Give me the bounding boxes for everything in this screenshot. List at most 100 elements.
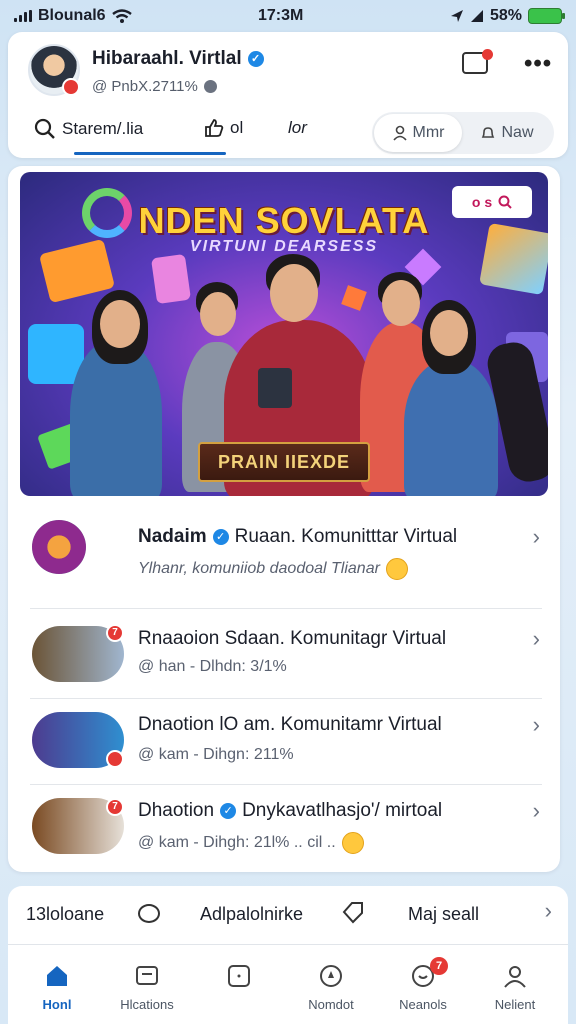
person-head xyxy=(430,310,468,356)
nav-explore[interactable]: Nomdot xyxy=(286,963,376,1012)
nav-messages-label: Neanols xyxy=(399,997,447,1012)
message-box-icon xyxy=(136,966,158,985)
wifi-icon xyxy=(111,9,132,23)
action-middle-label: Adlpalolnirke xyxy=(200,904,304,924)
tab-edit-label: lor xyxy=(288,118,307,137)
list-item-subtitle: Ylhanr, komuniiob daodoal Tlianar xyxy=(138,560,380,577)
square-icon xyxy=(228,965,250,987)
user-icon xyxy=(504,966,526,988)
avatar-badge xyxy=(62,78,80,96)
list-item-title: Rnaaoion Sdaan. Komunitagr Virtual xyxy=(138,628,447,649)
pill-new-label: Naw xyxy=(501,124,534,141)
search-icon xyxy=(34,118,55,139)
verified-icon: ✓ xyxy=(212,529,229,545)
profile-name[interactable]: Hibaraahl. Virtlal xyxy=(92,48,242,70)
person-icon xyxy=(392,125,407,141)
tab-like[interactable]: ol xyxy=(204,118,243,138)
action-left-label: 13loloane xyxy=(26,904,105,924)
action-middle[interactable]: Adlpalolnirke xyxy=(200,904,303,925)
signal-arrow-icon xyxy=(470,10,483,22)
person-head xyxy=(100,300,140,348)
thumbnail-badge xyxy=(106,750,124,768)
nav-explore-label: Nomdot xyxy=(308,997,354,1012)
calculator-icon xyxy=(150,253,192,305)
emoji-icon xyxy=(341,832,364,854)
list-item[interactable]: Dnaotion lO am. Komunitamr Virtual @ kam… xyxy=(8,700,560,786)
profile-handle: @ PnbX.2711% xyxy=(92,78,198,95)
feed-card: NDEN SOVLATA VIRTUNI DEARSESS o s PRAIN … xyxy=(8,166,560,872)
list-item-subtitle: @ han - Dlhdn: 3/1% xyxy=(138,658,287,675)
list-item[interactable]: Nadaim ✓ Ruaan. Komunitttar Virtual Ylha… xyxy=(8,506,560,606)
divider xyxy=(30,698,542,699)
pill-active-label: Mmr xyxy=(412,124,445,141)
list-item-subtitle: @ kam - Dihgn: 211% xyxy=(138,746,294,763)
chevron-right-icon[interactable]: › xyxy=(533,798,540,824)
thumbnail-badge: 7 xyxy=(106,798,124,816)
nav-messages[interactable]: 7 Neanols xyxy=(378,957,468,1012)
comment-icon[interactable] xyxy=(138,904,160,923)
chevron-right-icon[interactable]: › xyxy=(533,712,540,738)
tablet-device xyxy=(258,368,292,408)
status-time: 17:3M xyxy=(258,7,304,24)
divider xyxy=(30,608,542,609)
active-tab-indicator xyxy=(74,152,226,155)
divider xyxy=(30,784,542,785)
person-head xyxy=(270,264,318,322)
chevron-right-icon[interactable]: › xyxy=(545,898,552,924)
nav-notifications-label: Hlcations xyxy=(120,997,174,1012)
message-icon[interactable] xyxy=(462,49,493,74)
tab-search[interactable]: Starem/.lia xyxy=(34,118,143,140)
banner-tag-label: o s xyxy=(471,194,493,210)
emoji-icon xyxy=(385,558,408,580)
banner-subtitle: VIRTUNI DEARSESS xyxy=(189,238,379,255)
list-item-subtitle: @ kam - Dihgh: 21l% .. cil .. xyxy=(138,834,336,851)
status-bar: Blounal6 17:3M 58% xyxy=(0,0,576,32)
pill-active[interactable]: Mmr xyxy=(374,114,462,152)
nav-profile[interactable]: Nelient xyxy=(470,963,560,1012)
signal-icon xyxy=(14,10,32,22)
thumbs-up-icon xyxy=(205,119,224,137)
banner-plaque: PRAIN IIEXDE xyxy=(198,442,370,482)
carrier-name: Blounal6 xyxy=(38,7,106,24)
action-right-label: Maj seall xyxy=(408,904,480,924)
tab-search-label: Starem/.lia xyxy=(62,119,144,138)
action-bar: 13loloane Adlpalolnirke Maj seall › xyxy=(8,886,568,944)
promo-banner[interactable]: NDEN SOVLATA VIRTUNI DEARSESS o s PRAIN … xyxy=(20,172,548,496)
thumbnail-badge: 7 xyxy=(106,624,124,642)
location-icon xyxy=(450,10,463,22)
nav-create[interactable] xyxy=(194,963,284,997)
list-item-title-rest: Ruaan. Komunitttar Virtual xyxy=(234,526,458,547)
nav-notifications[interactable]: Hlcations xyxy=(102,963,192,1012)
avatar[interactable] xyxy=(28,44,80,96)
tag-icon[interactable] xyxy=(340,900,366,924)
verified-icon: ✓ xyxy=(247,51,264,67)
verified-icon: ✓ xyxy=(220,803,237,819)
header-tabs: Starem/.lia ol lor Mmr Naw xyxy=(8,110,568,156)
notification-dot xyxy=(482,49,493,60)
list-item-title: Nadaim xyxy=(138,526,207,547)
pill-new[interactable]: Naw xyxy=(462,114,552,152)
list-item[interactable]: 7 Dhaotion ✓ Dnykavatlhasjo'/ mirtoal @ … xyxy=(8,786,560,868)
chevron-right-icon[interactable]: › xyxy=(533,524,540,550)
person-head xyxy=(200,292,236,336)
list-item-title: Dhaotion xyxy=(138,800,215,821)
nav-home-label: Honl xyxy=(42,997,72,1012)
globe-icon xyxy=(203,80,217,93)
nav-home[interactable]: Honl xyxy=(12,963,102,1012)
list-item[interactable]: 7 Rnaaoion Sdaan. Komunitagr Virtual @ h… xyxy=(8,610,560,698)
battery-icon xyxy=(528,8,565,24)
cube-icon xyxy=(341,285,367,311)
list-item-title: Dnaotion lO am. Komunitamr Virtual xyxy=(138,714,442,735)
action-left[interactable]: 13loloane xyxy=(26,904,104,925)
community-avatar xyxy=(32,520,86,574)
chevron-right-icon[interactable]: › xyxy=(533,626,540,652)
compass-icon xyxy=(320,965,342,987)
more-options-icon[interactable]: ••• xyxy=(524,50,552,78)
action-right[interactable]: Maj seall xyxy=(408,904,479,925)
bottom-nav: Honl Hlcations Nomdot 7 Neanols Nelient xyxy=(8,944,568,1024)
bell-icon xyxy=(482,127,495,138)
banner-tag: o s xyxy=(452,186,532,218)
tab-like-label: ol xyxy=(230,118,244,137)
person-figure xyxy=(404,360,498,496)
tab-edit[interactable]: lor xyxy=(288,118,307,138)
